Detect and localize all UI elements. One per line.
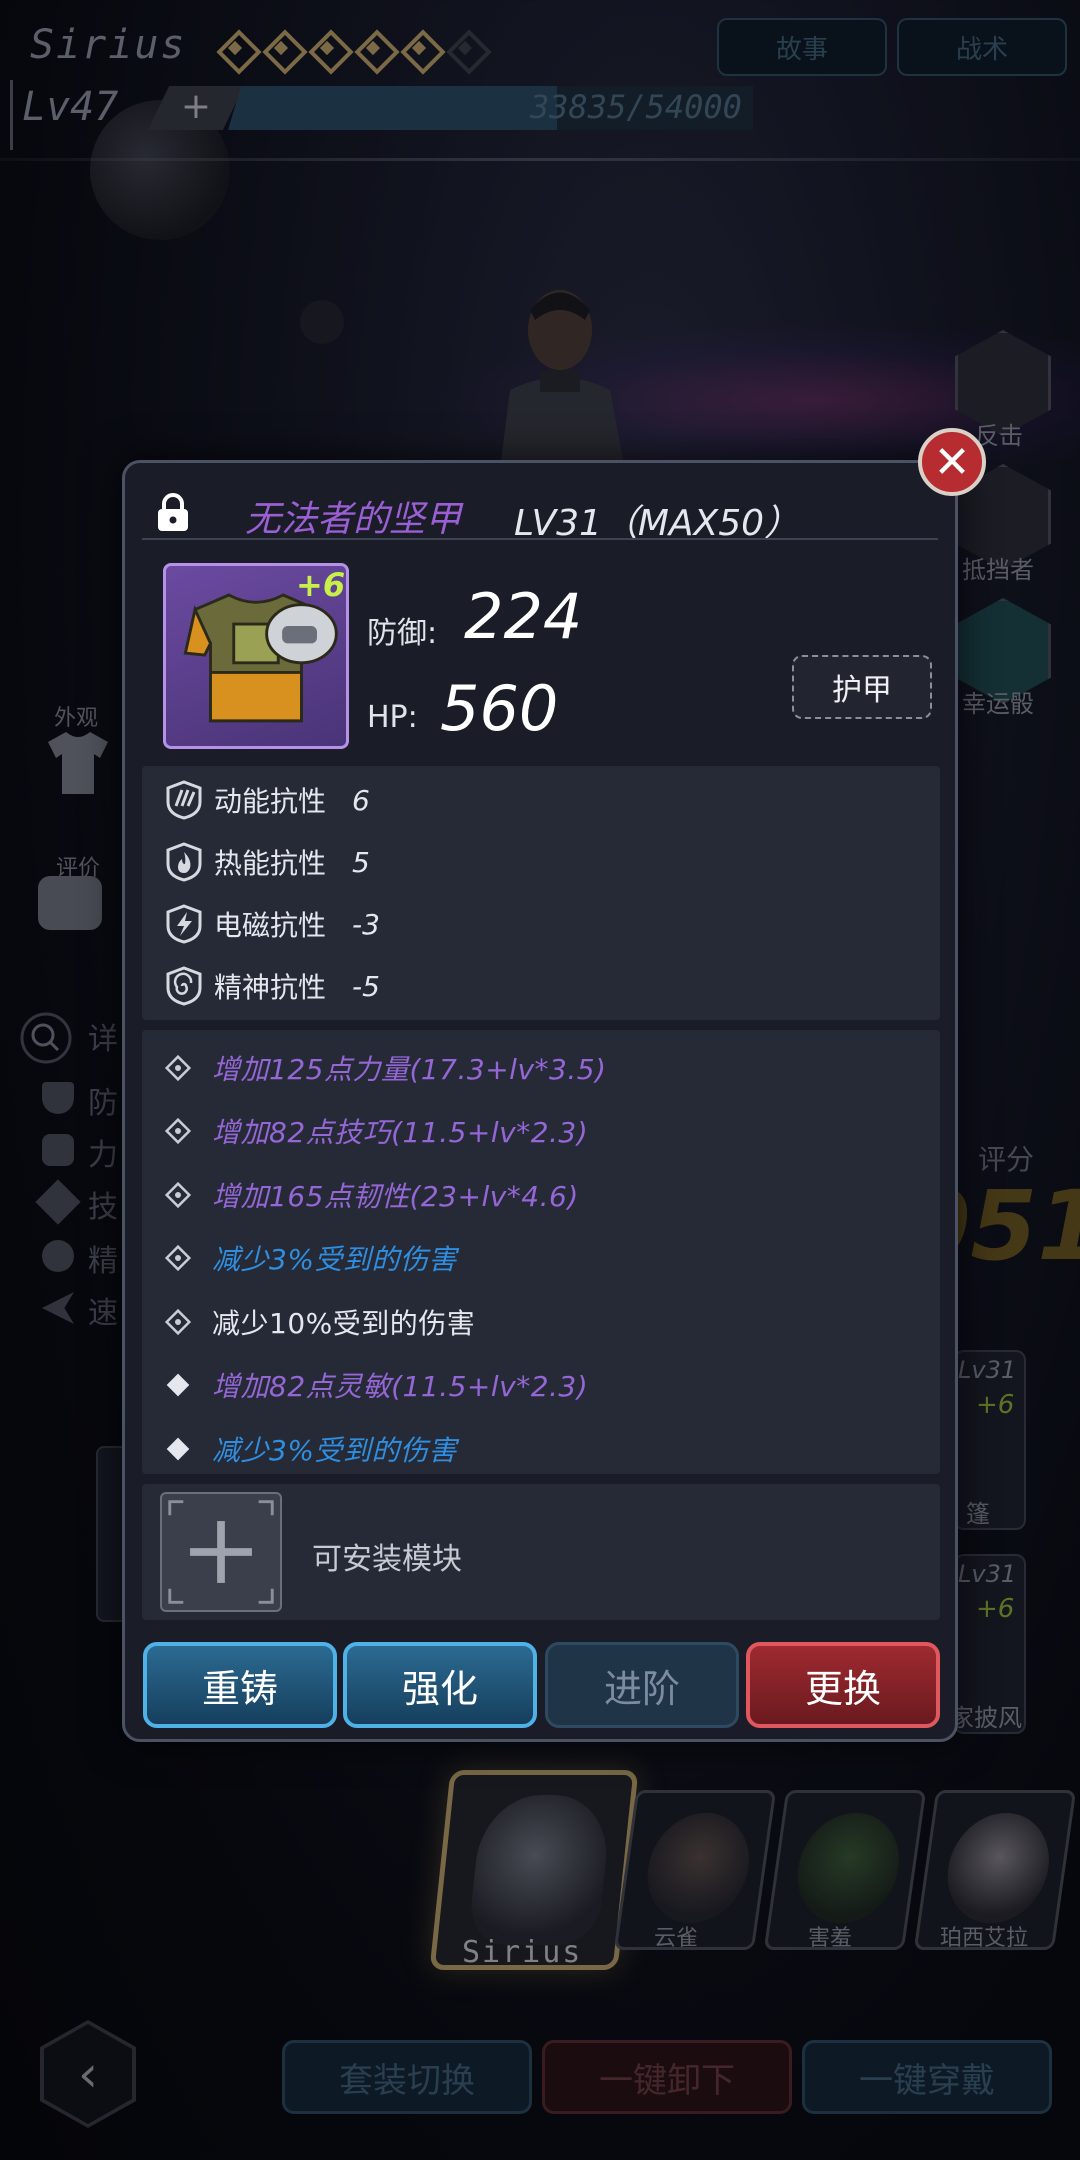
affix-text: 增加82点灵敏(11.5+lv*2.3) <box>212 1370 589 1404</box>
resistance-row: 精神抗性 -5 <box>142 955 940 1017</box>
affix-socket-icon <box>164 1118 192 1145</box>
hp-label: HP: <box>367 700 418 735</box>
resistance-value: -3 <box>352 907 380 941</box>
item-name: 无法者的坚甲 <box>245 499 462 540</box>
item-enhance-level: +6 <box>296 566 346 604</box>
resistance-value: -5 <box>352 969 380 1003</box>
advance-button[interactable]: 进阶 <box>545 1642 739 1728</box>
resistance-value: 6 <box>352 783 370 817</box>
affix-text: 增加82点技巧(11.5+lv*2.3) <box>212 1116 589 1150</box>
affix-diamond-icon <box>166 1373 190 1397</box>
mental-resist-icon <box>166 966 202 1006</box>
resistance-name: 电磁抗性 <box>214 909 327 942</box>
module-text: 可安装模块 <box>312 1542 462 1577</box>
affix-row: 增加82点技巧(11.5+lv*2.3) <box>142 1100 940 1164</box>
affix-row: 增加82点灵敏(11.5+lv*2.3) <box>142 1354 940 1418</box>
add-module-icon <box>168 1500 274 1604</box>
affix-panel: 增加125点力量(17.3+lv*3.5) 增加82点技巧(11.5+lv*2.3… <box>142 1030 940 1474</box>
affix-text: 减少3%受到的伤害 <box>212 1433 457 1467</box>
electromagnetic-resist-icon <box>166 904 202 944</box>
defense-value: 224 <box>464 580 583 653</box>
hp-value: 560 <box>440 672 559 745</box>
affix-text: 减少10%受到的伤害 <box>212 1306 476 1340</box>
title-divider <box>142 538 938 540</box>
affix-diamond-icon <box>166 1437 190 1461</box>
reforge-button[interactable]: 重铸 <box>143 1642 337 1728</box>
resistance-row: 热能抗性 5 <box>142 831 940 893</box>
affix-text: 减少3%受到的伤害 <box>212 1243 457 1277</box>
affix-socket-icon <box>164 1181 192 1208</box>
resistance-name: 热能抗性 <box>214 847 327 880</box>
affix-text: 增加125点力量(17.3+lv*3.5) <box>212 1052 607 1086</box>
affix-row: 增加125点力量(17.3+lv*3.5) <box>142 1036 940 1100</box>
enhance-button[interactable]: 强化 <box>343 1642 537 1728</box>
affix-row: 减少3%受到的伤害 <box>142 1227 940 1291</box>
affix-socket-icon <box>164 1308 192 1335</box>
thermal-resist-icon <box>166 842 202 882</box>
resistance-row: 电磁抗性 -3 <box>142 893 940 955</box>
affix-text: 增加165点韧性(23+lv*4.6) <box>212 1179 579 1213</box>
affix-row: 增加165点韧性(23+lv*4.6) <box>142 1163 940 1227</box>
resistance-row: 动能抗性 6 <box>142 769 940 831</box>
lock-icon[interactable] <box>154 492 192 532</box>
module-slot[interactable] <box>160 1492 282 1612</box>
affix-row: 减少3%受到的伤害 <box>142 1417 940 1481</box>
resistance-panel: 动能抗性 6 热能抗性 5 电磁抗性 -3 精神抗性 -5 <box>142 766 940 1020</box>
affix-row: 减少10%受到的伤害 <box>142 1290 940 1354</box>
affix-socket-icon <box>164 1054 192 1081</box>
resistance-name: 精神抗性 <box>214 971 327 1004</box>
defense-label: 防御: <box>367 616 438 651</box>
resistance-name: 动能抗性 <box>214 785 327 818</box>
affix-socket-icon <box>164 1245 192 1272</box>
item-type-tag: 护甲 <box>792 655 932 719</box>
resistance-value: 5 <box>352 845 370 879</box>
replace-button[interactable]: 更换 <box>746 1642 940 1728</box>
kinetic-resist-icon <box>166 780 202 820</box>
close-button[interactable]: ✕ <box>918 428 986 496</box>
